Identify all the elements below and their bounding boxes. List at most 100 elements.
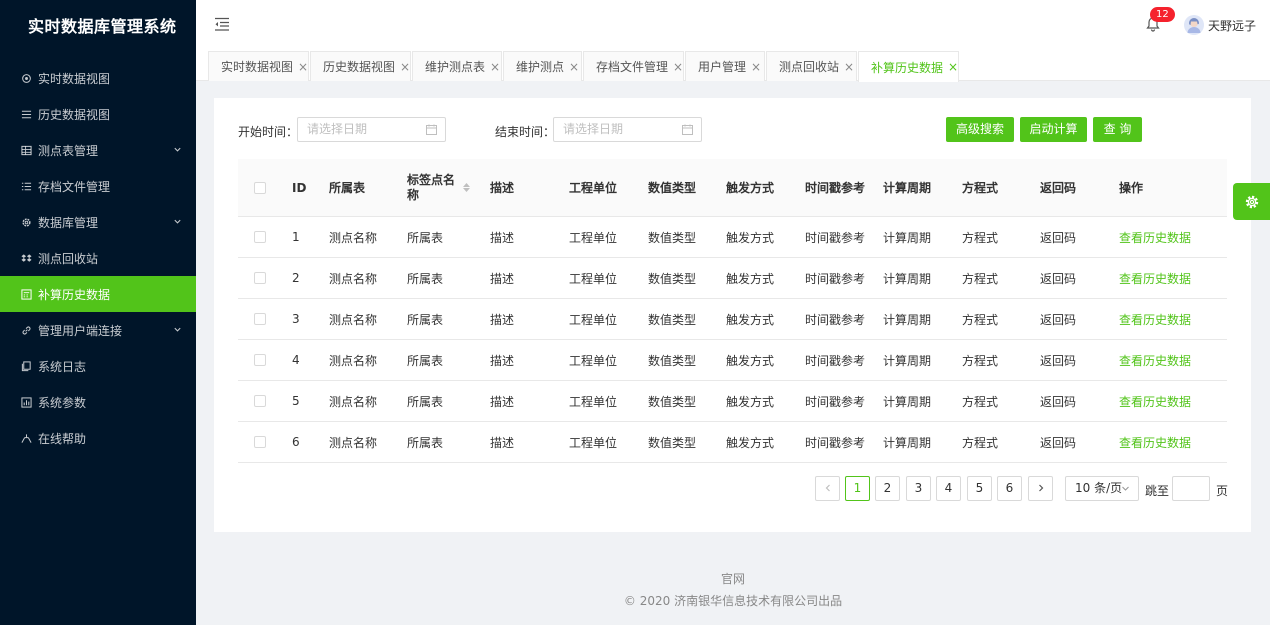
col-equation: 方程式 [962, 181, 999, 195]
sidebar-item-history-view[interactable]: 历史数据视图 [0, 96, 196, 132]
view-history-link[interactable]: 查看历史数据 [1119, 299, 1191, 339]
tab-maintain-point-table[interactable]: 维护测点表 × [412, 51, 502, 81]
close-icon[interactable]: × [298, 60, 308, 74]
cell-return-code: 返回码 [1040, 394, 1077, 409]
cell-calc-period: 计算周期 [883, 394, 932, 409]
official-site-link[interactable]: 官网 [721, 572, 745, 586]
bars-icon [20, 180, 32, 192]
row-checkbox[interactable] [254, 354, 266, 366]
cell-id: 4 [292, 353, 300, 367]
sort-icon[interactable] [463, 183, 470, 192]
col-timestamp-ref: 时间戳参考 [805, 181, 866, 195]
row-checkbox[interactable] [254, 272, 266, 284]
col-tag-name-header[interactable]: 标签点名称 [407, 159, 477, 216]
sidebar-item-online-help[interactable]: 在线帮助 [0, 420, 196, 456]
sidebar-item-recycle-bin[interactable]: 测点回收站 [0, 240, 196, 276]
next-page-button[interactable] [1028, 476, 1053, 501]
cell-tag-name: 测点名称 [329, 353, 378, 368]
tab-history-view[interactable]: 历史数据视图 × [310, 51, 411, 81]
start-calc-button[interactable]: 启动计算 [1020, 117, 1087, 142]
footer-link[interactable]: 官网 [0, 570, 1270, 587]
col-action: 操作 [1119, 181, 1144, 195]
prev-page-button[interactable] [815, 476, 840, 501]
footer-copyright: © 2020 济南银华信息技术有限公司出品 [623, 594, 843, 608]
cell-timestamp-ref: 时间戳参考 [805, 435, 866, 450]
chevron-down-icon [1122, 486, 1129, 491]
cell-trigger: 触发方式 [726, 353, 775, 368]
table-row: 6 测点名称 所属表 描述 工程单位 数值类型 触发方式 时间戳参考 计算周期 方程式 返回码 查看历… [238, 422, 1227, 463]
view-history-link[interactable]: 查看历史数据 [1119, 381, 1191, 421]
view-history-link[interactable]: 查看历史数据 [1119, 217, 1191, 257]
view-history-link[interactable]: 查看历史数据 [1119, 340, 1191, 380]
row-checkbox[interactable] [254, 231, 266, 243]
menu-fold-icon[interactable] [214, 16, 230, 32]
sidebar-item-point-table[interactable]: 测点表管理 [0, 132, 196, 168]
avatar[interactable] [1184, 15, 1204, 35]
jump-page-input[interactable] [1172, 476, 1210, 501]
username[interactable]: 天野远子 [1208, 17, 1256, 34]
cell-desc: 描述 [490, 230, 515, 245]
page-size-value: 10 条/页 [1075, 481, 1123, 495]
cell-timestamp-ref: 时间戳参考 [805, 353, 866, 368]
page-3[interactable]: 3 [906, 476, 931, 501]
close-icon[interactable]: × [569, 60, 579, 74]
cell-equation: 方程式 [962, 353, 999, 368]
tab-user-management[interactable]: 用户管理 × [685, 51, 765, 81]
sidebar-item-recalc-history[interactable]: 补算历史数据 [0, 276, 196, 312]
link-icon [20, 324, 32, 336]
table-header: ID 所属表 标签点名称 描述 工程单位 数值类型 触发方式 时间戳参考 计算周… [238, 159, 1227, 217]
tab-recycle-bin[interactable]: 测点回收站 × [766, 51, 857, 81]
cell-equation: 方程式 [962, 271, 999, 286]
sidebar-item-realtime-view[interactable]: 实时数据视图 [0, 60, 196, 96]
chevron-right-icon [1038, 484, 1043, 492]
end-date-picker[interactable]: 请选择日期 [553, 117, 702, 142]
settings-button[interactable] [1233, 183, 1270, 220]
calendar-icon [682, 124, 693, 135]
top-header: 12 天野远子 [196, 0, 1270, 50]
table-row: 4 测点名称 所属表 描述 工程单位 数值类型 触发方式 时间戳参考 计算周期 方程式 返回码 查看历… [238, 340, 1227, 381]
sidebar-item-system-log[interactable]: 系统日志 [0, 348, 196, 384]
sidebar-item-archive-files[interactable]: 存档文件管理 [0, 168, 196, 204]
page-5[interactable]: 5 [967, 476, 992, 501]
sidebar-item-label: 存档文件管理 [38, 179, 111, 194]
cell-tag-name: 测点名称 [329, 394, 378, 409]
page-2[interactable]: 2 [875, 476, 900, 501]
start-date-picker[interactable]: 请选择日期 [297, 117, 446, 142]
advanced-search-button[interactable]: 高级搜索 [946, 117, 1014, 142]
cell-return-code: 返回码 [1040, 312, 1077, 327]
row-checkbox[interactable] [254, 436, 266, 448]
row-checkbox[interactable] [254, 395, 266, 407]
page-4[interactable]: 4 [936, 476, 961, 501]
row-checkbox[interactable] [254, 313, 266, 325]
tab-maintain-point[interactable]: 维护测点 × [503, 51, 582, 81]
sidebar-item-client-connections[interactable]: 管理用户端连接 [0, 312, 196, 348]
close-icon[interactable]: × [844, 60, 854, 74]
close-icon[interactable]: × [948, 60, 958, 74]
col-return-code: 返回码 [1040, 181, 1077, 195]
tab-realtime-view[interactable]: 实时数据视图 × [208, 51, 309, 81]
sidebar-item-system-params[interactable]: 系统参数 [0, 384, 196, 420]
cell-value-type: 数值类型 [648, 271, 697, 286]
close-icon[interactable]: × [751, 60, 761, 74]
end-time-label: 结束时间： [495, 125, 556, 139]
page-1[interactable]: 1 [845, 476, 870, 501]
cell-unit: 工程单位 [569, 271, 618, 286]
cell-id: 6 [292, 435, 300, 449]
page-size-select[interactable]: 10 条/页 [1065, 476, 1139, 501]
close-icon[interactable]: × [490, 60, 500, 74]
tab-archive-files[interactable]: 存档文件管理 × [583, 51, 684, 81]
cell-trigger: 触发方式 [726, 435, 775, 450]
select-all-checkbox[interactable] [254, 181, 266, 194]
col-id: ID [292, 180, 307, 195]
tab-recalc-history[interactable]: 补算历史数据 × [858, 51, 959, 82]
col-table: 所属表 [329, 181, 366, 195]
cell-unit: 工程单位 [569, 312, 618, 327]
cell-return-code: 返回码 [1040, 435, 1077, 450]
close-icon[interactable]: × [673, 60, 683, 74]
view-history-link[interactable]: 查看历史数据 [1119, 258, 1191, 298]
view-history-link[interactable]: 查看历史数据 [1119, 422, 1191, 462]
page-6[interactable]: 6 [997, 476, 1022, 501]
close-icon[interactable]: × [400, 60, 410, 74]
query-button[interactable]: 查 询 [1093, 117, 1142, 142]
sidebar-item-database[interactable]: 数据库管理 [0, 204, 196, 240]
